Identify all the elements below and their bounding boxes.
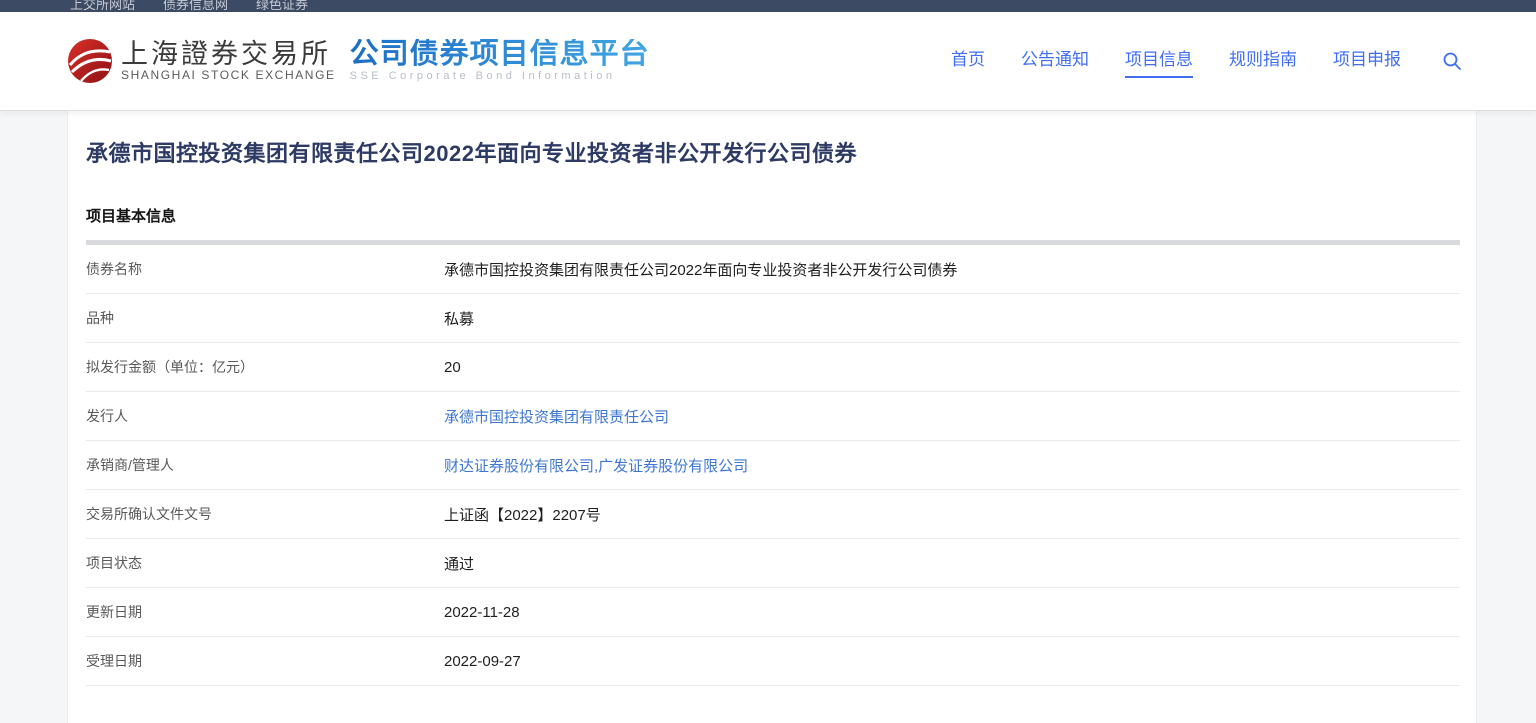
top-utility-bar: 上交所网站 债券信息网 绿色证券: [0, 0, 1536, 12]
table-row: 项目状态 通过: [86, 539, 1460, 588]
row-value: 2022-11-28: [444, 604, 520, 621]
row-value-link[interactable]: 承德市国控投资集团有限责任公司: [444, 406, 669, 427]
platform-title: 公司债券项目信息平台 SSE Corporate Bond Informatio…: [350, 39, 650, 84]
table-row: 发行人 承德市国控投资集团有限责任公司: [86, 392, 1460, 441]
search-icon: [1442, 51, 1462, 71]
topbar-link[interactable]: 绿色证券: [256, 0, 308, 12]
section-title-basic-info: 项目基本信息: [86, 205, 1460, 226]
row-value: 通过: [444, 553, 474, 574]
row-value: 上证函【2022】2207号: [444, 504, 601, 525]
row-label: 受理日期: [86, 651, 444, 671]
nav-item-项目申报[interactable]: 项目申报: [1333, 45, 1401, 78]
row-label: 项目状态: [86, 553, 444, 573]
row-value: 承德市国控投资集团有限责任公司2022年面向专业投资者非公开发行公司债券: [444, 259, 957, 280]
row-label: 品种: [86, 308, 444, 328]
table-row: 更新日期 2022-11-28: [86, 588, 1460, 637]
table-row: 交易所确认文件文号 上证函【2022】2207号: [86, 490, 1460, 539]
platform-title-cn: 公司债券项目信息平台: [350, 39, 650, 69]
row-value: 2022-09-27: [444, 653, 521, 670]
sse-logo-text: 上海證券交易所 SHANGHAI STOCK EXCHANGE: [121, 40, 336, 82]
table-rows: 债券名称 承德市国控投资集团有限责任公司2022年面向专业投资者非公开发行公司债…: [86, 245, 1460, 686]
table-row: 承销商/管理人 财达证券股份有限公司,广发证券股份有限公司: [86, 441, 1460, 490]
nav-item-规则指南[interactable]: 规则指南: [1229, 45, 1297, 78]
sse-logo-en: SHANGHAI STOCK EXCHANGE: [121, 68, 336, 82]
row-value: 20: [444, 359, 461, 376]
topbar-link[interactable]: 上交所网站: [70, 0, 135, 12]
sse-logo-cn: 上海證券交易所: [121, 40, 336, 68]
sse-logo[interactable]: 上海證券交易所 SHANGHAI STOCK EXCHANGE: [67, 37, 336, 85]
nav-item-公告通知[interactable]: 公告通知: [1021, 45, 1089, 78]
platform-title-en: SSE Corporate Bond Information: [350, 69, 650, 84]
nav-item-项目信息[interactable]: 项目信息: [1125, 45, 1193, 78]
main-nav: 首页 公告通知 项目信息 规则指南 项目申报: [915, 45, 1463, 78]
project-detail-card: 承德市国控投资集团有限责任公司2022年面向专业投资者非公开发行公司债券 项目基…: [67, 111, 1477, 723]
sse-logo-icon: [67, 37, 113, 85]
topbar-link[interactable]: 债券信息网: [163, 0, 228, 12]
row-label: 更新日期: [86, 602, 444, 622]
table-row: 拟发行金额（单位：亿元） 20: [86, 343, 1460, 392]
search-button[interactable]: [1441, 50, 1463, 72]
page-title: 承德市国控投资集团有限责任公司2022年面向专业投资者非公开发行公司债券: [86, 111, 1460, 168]
row-value: 私募: [444, 308, 474, 329]
site-header: 上海證券交易所 SHANGHAI STOCK EXCHANGE 公司债券项目信息…: [0, 12, 1536, 111]
row-label: 承销商/管理人: [86, 455, 444, 475]
row-value-link[interactable]: 财达证券股份有限公司,广发证券股份有限公司: [444, 455, 748, 476]
basic-info-table: 债券名称 承德市国控投资集团有限责任公司2022年面向专业投资者非公开发行公司债…: [86, 240, 1460, 686]
table-row: 受理日期 2022-09-27: [86, 637, 1460, 686]
table-row: 品种 私募: [86, 294, 1460, 343]
nav-item-首页[interactable]: 首页: [951, 45, 985, 78]
table-row: 债券名称 承德市国控投资集团有限责任公司2022年面向专业投资者非公开发行公司债…: [86, 245, 1460, 294]
row-label: 发行人: [86, 406, 444, 426]
row-label: 债券名称: [86, 259, 444, 279]
row-label: 交易所确认文件文号: [86, 504, 444, 524]
row-label: 拟发行金额（单位：亿元）: [86, 357, 444, 377]
